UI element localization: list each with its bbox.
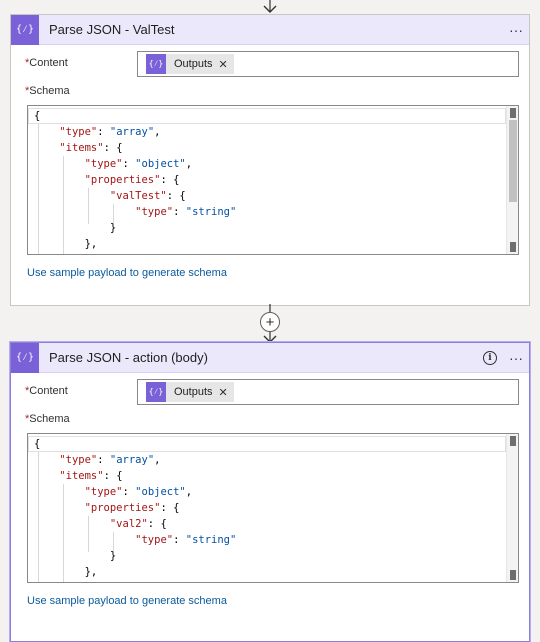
card-title[interactable]: Parse JSON - action (body) — [49, 350, 477, 365]
code-line: "required": [ — [34, 580, 236, 582]
scroll-thumb[interactable] — [509, 120, 517, 202]
schema-label-row: *Schema — [11, 409, 529, 429]
scroll-marker — [510, 242, 516, 252]
code-line: "properties": { — [84, 502, 180, 514]
more-options-icon[interactable]: ··· — [503, 343, 529, 373]
card-header[interactable]: {⁄} Parse JSON - action (body) i ··· — [11, 342, 529, 373]
parse-json-icon: {⁄} — [11, 342, 39, 373]
scroll-marker — [510, 570, 516, 580]
code-line: "type": "string" — [135, 206, 237, 218]
parse-json-valtest-card[interactable]: {⁄} Parse JSON - ValTest ··· *Content {⁄… — [10, 14, 530, 306]
schema-editor[interactable]: { "type": "array", "items": { "type": "o… — [27, 433, 519, 583]
code-line: "type": "string" — [135, 534, 237, 546]
code-line: "items": { — [59, 470, 123, 482]
token-label: Outputs — [174, 58, 213, 70]
content-label: *Content — [25, 385, 68, 397]
outputs-token[interactable]: {⁄} Outputs ✕ — [146, 54, 234, 74]
scroll-marker — [510, 436, 516, 446]
card-title[interactable]: Parse JSON - ValTest — [49, 22, 503, 37]
scroll-marker — [510, 108, 516, 118]
parse-json-action-card[interactable]: {⁄} Parse JSON - action (body) i ··· *Co… — [10, 342, 530, 642]
token-expression-icon: {⁄} — [146, 382, 166, 402]
generate-schema-link[interactable]: Use sample payload to generate schema — [27, 267, 529, 279]
code-line: "val2": { — [109, 518, 167, 530]
content-label: *Content — [25, 57, 68, 69]
content-input[interactable]: {⁄} Outputs ✕ — [137, 51, 519, 77]
schema-code[interactable]: { "type": "array", "items": { "type": "o… — [34, 108, 237, 254]
code-line: "type": "object", — [84, 486, 193, 498]
schema-label-row: *Schema — [11, 81, 529, 101]
code-line: { — [34, 438, 41, 450]
token-label: Outputs — [174, 386, 213, 398]
schema-label: *Schema — [25, 85, 70, 97]
code-line: } — [34, 550, 117, 562]
remove-token-icon[interactable]: ✕ — [219, 386, 228, 399]
info-icon: i — [483, 350, 497, 365]
schema-label: *Schema — [25, 413, 70, 425]
card-header[interactable]: {⁄} Parse JSON - ValTest ··· — [11, 14, 529, 45]
code-line: "valTest": { — [109, 190, 186, 202]
parse-json-icon: {⁄} — [11, 14, 39, 45]
token-expression-icon: {⁄} — [146, 54, 166, 74]
connector-arrow-top — [263, 0, 277, 13]
remove-token-icon[interactable]: ✕ — [219, 58, 228, 71]
code-line: }, — [34, 566, 98, 578]
generate-schema-link[interactable]: Use sample payload to generate schema — [27, 595, 529, 607]
code-line: } — [34, 222, 117, 234]
content-input[interactable]: {⁄} Outputs ✕ — [137, 379, 519, 405]
schema-editor[interactable]: { "type": "array", "items": { "type": "o… — [27, 105, 519, 255]
code-line: "type": "array", — [59, 126, 161, 138]
content-field-row: *Content {⁄} Outputs ✕ — [11, 45, 529, 81]
code-line: "type": "array", — [59, 454, 161, 466]
content-field-row: *Content {⁄} Outputs ✕ — [11, 373, 529, 409]
schema-code[interactable]: { "type": "array", "items": { "type": "o… — [34, 436, 237, 582]
code-line: "type": "object", — [84, 158, 193, 170]
outputs-token[interactable]: {⁄} Outputs ✕ — [146, 382, 234, 402]
editor-scrollbar[interactable] — [506, 434, 518, 582]
add-step-button[interactable]: + — [260, 312, 280, 332]
code-line: { — [34, 110, 41, 122]
editor-scrollbar[interactable] — [506, 106, 518, 254]
more-options-icon[interactable]: ··· — [503, 15, 529, 45]
code-line: }, — [34, 238, 98, 250]
code-line: "required": [ — [34, 252, 236, 254]
code-line: "properties": { — [84, 174, 180, 186]
info-button[interactable]: i — [477, 343, 503, 373]
code-line: "items": { — [59, 142, 123, 154]
